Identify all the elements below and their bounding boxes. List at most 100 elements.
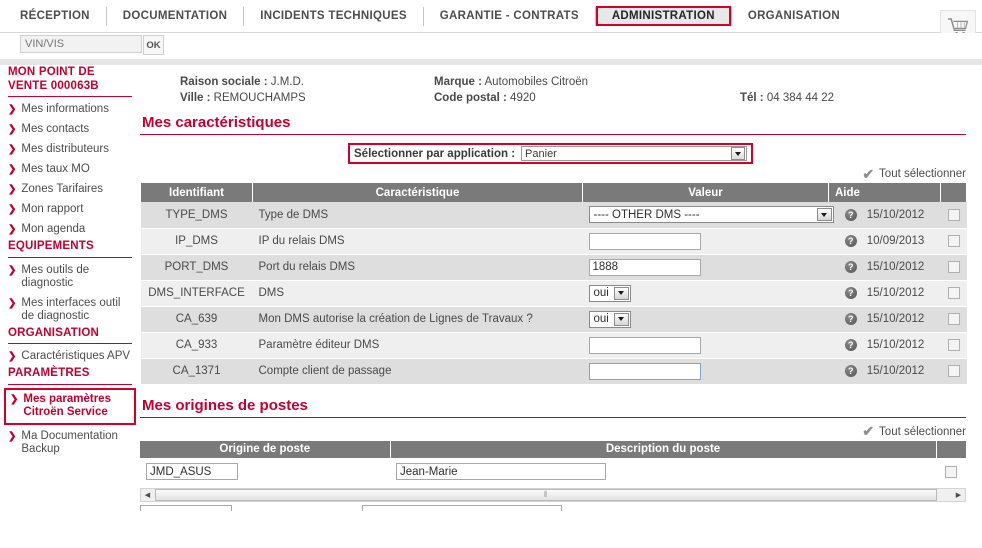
nav-tab-documentation[interactable]: DOCUMENTATION bbox=[107, 6, 243, 26]
value-text-input[interactable] bbox=[588, 258, 701, 276]
column-header: Aide bbox=[828, 183, 941, 202]
horizontal-scrollbar[interactable]: ◀ ⦀ ▶ bbox=[140, 487, 966, 502]
sidebar-group-rule bbox=[8, 383, 132, 385]
nav-tab-incidents-techniques[interactable]: INCIDENTS TECHNIQUES bbox=[244, 6, 423, 26]
chevron-down-icon[interactable] bbox=[816, 208, 832, 222]
cell-caracteristique: IP du relais DMS bbox=[252, 228, 583, 255]
chevron-down-icon[interactable] bbox=[613, 312, 629, 326]
origine-input[interactable] bbox=[146, 463, 238, 480]
description-input[interactable] bbox=[396, 463, 606, 480]
scroll-right-arrow-icon[interactable]: ▶ bbox=[952, 489, 965, 501]
sidebar-item-mon-agenda[interactable]: ❯ Mon agenda bbox=[0, 220, 140, 240]
help-icon[interactable]: ? bbox=[844, 338, 857, 351]
sidebar-item-mes-taux-mo[interactable]: ❯ Mes taux MO bbox=[0, 160, 140, 180]
cell-aide: ? 15/10/2012 bbox=[828, 254, 941, 281]
chevron-right-icon: ❯ bbox=[8, 104, 17, 115]
search-ok-button[interactable]: OK bbox=[143, 35, 164, 55]
sidebar-item-mon-rapport[interactable]: ❯ Mon rapport bbox=[0, 200, 140, 220]
column-header: Caractéristique bbox=[252, 183, 583, 202]
chevron-right-icon: ❯ bbox=[8, 297, 17, 309]
sidebar-item-zones-tarifaires[interactable]: ❯ Zones Tarifaires bbox=[0, 180, 140, 200]
value-dropdown[interactable]: oui bbox=[588, 284, 631, 302]
sidebar-item-mes-outils-de-diagnostic[interactable]: ❯ Mes outils de diagnostic bbox=[0, 261, 140, 294]
column-header: Identifiant bbox=[140, 183, 253, 202]
sidebar-item-mes-informations[interactable]: ❯ Mes informations bbox=[0, 100, 140, 120]
clipped-origine-input[interactable] bbox=[140, 504, 232, 511]
nav-tab-organisation[interactable]: ORGANISATION bbox=[732, 6, 856, 26]
cell-identifiant: CA_933 bbox=[140, 332, 253, 359]
scroll-left-arrow-icon[interactable]: ◀ bbox=[141, 489, 154, 501]
row-checkbox[interactable] bbox=[947, 364, 960, 377]
value-text-input[interactable] bbox=[588, 336, 701, 354]
ville-label: Ville : bbox=[180, 92, 211, 104]
cell-caracteristique: Compte client de passage bbox=[252, 358, 583, 385]
sidebar-item-label: Mes outils de diagnostic bbox=[21, 263, 90, 290]
cell-aide: ? 15/10/2012 bbox=[828, 280, 941, 307]
nav-tab-garantie-contrats[interactable]: GARANTIE - CONTRATS bbox=[424, 6, 595, 26]
select-all-caracteristiques[interactable]: ✔ Tout sélectionner bbox=[140, 167, 966, 181]
cell-checkbox bbox=[940, 306, 967, 333]
select-all-origines[interactable]: ✔ Tout sélectionner bbox=[140, 424, 966, 438]
help-icon[interactable]: ? bbox=[844, 364, 857, 377]
cell-valeur bbox=[582, 332, 829, 359]
sidebar-item-label: Mes taux MO bbox=[21, 163, 90, 175]
search-bar-row: OK bbox=[0, 33, 982, 59]
chevron-right-icon: ❯ bbox=[8, 124, 17, 135]
ville-value: REMOUCHAMPS bbox=[213, 92, 306, 104]
code-postal-value: 4920 bbox=[510, 92, 536, 104]
row-checkbox[interactable] bbox=[947, 260, 960, 273]
help-icon[interactable]: ? bbox=[844, 286, 857, 299]
application-selector-dropdown[interactable]: Panier bbox=[521, 146, 747, 161]
sidebar-item-mes-distributeurs[interactable]: ❯ Mes distributeurs bbox=[0, 140, 140, 160]
cell-valeur: oui bbox=[582, 306, 829, 333]
table-header-row: Identifiant Caractéristique Valeur Aide bbox=[140, 183, 967, 202]
help-icon[interactable]: ? bbox=[844, 312, 857, 325]
dealer-info-block: Raison sociale : J.M.D. Ville : REMOUCHA… bbox=[140, 66, 982, 114]
cell-valeur bbox=[582, 358, 829, 385]
cell-caracteristique: Port du relais DMS bbox=[252, 254, 583, 281]
origines-table: Origine de poste Description du poste bbox=[140, 440, 967, 486]
row-checkbox[interactable] bbox=[947, 286, 960, 299]
sidebar-item-caract-ristiques-apv[interactable]: ❯ Caractéristiques APV bbox=[0, 347, 140, 367]
value-dropdown[interactable]: oui bbox=[588, 310, 631, 328]
row-checkbox[interactable] bbox=[947, 208, 960, 221]
value-dropdown-text: ---- OTHER DMS ---- bbox=[593, 208, 700, 221]
chevron-down-icon[interactable] bbox=[613, 286, 629, 300]
sidebar-item-label: Mes informations bbox=[21, 103, 109, 115]
tel-label: Tél : bbox=[740, 92, 764, 104]
code-postal-line: Code postal : 4920 bbox=[434, 90, 588, 106]
value-text-input[interactable] bbox=[588, 232, 701, 250]
chevron-right-icon: ❯ bbox=[8, 224, 17, 235]
sidebar-item-label: Mes distributeurs bbox=[21, 143, 109, 155]
row-checkbox[interactable] bbox=[947, 312, 960, 325]
sidebar-item-ma-documentation-backup[interactable]: ❯ Ma Documentation Backup bbox=[0, 427, 140, 460]
scrollbar-thumb[interactable]: ⦀ bbox=[155, 488, 938, 501]
column-header bbox=[940, 183, 967, 202]
select-all-label: Tout sélectionner bbox=[879, 168, 966, 180]
clipped-description-input[interactable] bbox=[362, 504, 562, 511]
sidebar-group-rule bbox=[8, 96, 132, 97]
sidebar-group-title: ORGANISATION bbox=[8, 326, 99, 339]
row-checkbox[interactable] bbox=[947, 338, 960, 351]
row-checkbox[interactable] bbox=[947, 234, 960, 247]
help-icon[interactable]: ? bbox=[844, 208, 857, 221]
sidebar-item-label: Mes contacts bbox=[21, 123, 90, 135]
help-icon[interactable]: ? bbox=[844, 234, 857, 247]
cell-identifiant: PORT_DMS bbox=[140, 254, 253, 281]
chevron-right-icon: ❯ bbox=[8, 430, 17, 442]
sidebar-item-mes-interfaces-outil-de-diagnostic[interactable]: ❯ Mes interfaces outil de diagnostic bbox=[0, 294, 140, 327]
help-icon[interactable]: ? bbox=[844, 260, 857, 273]
nav-tab-r-ception[interactable]: RÉCEPTION bbox=[4, 6, 106, 26]
ville-line: Ville : REMOUCHAMPS bbox=[180, 90, 306, 106]
sidebar-item-mes-contacts[interactable]: ❯ Mes contacts bbox=[0, 120, 140, 140]
nav-tab-administration[interactable]: ADMINISTRATION bbox=[595, 6, 731, 26]
application-selector-label: Sélectionner par application : bbox=[354, 147, 516, 160]
scrollbar-track[interactable]: ⦀ bbox=[154, 488, 952, 501]
vin-search-input[interactable] bbox=[20, 35, 142, 53]
sidebar-item-mes-param-tres-citro-n-service[interactable]: ❯ Mes paramètres Citroën Service bbox=[4, 387, 136, 425]
value-dropdown[interactable]: ---- OTHER DMS ---- bbox=[588, 206, 834, 224]
row-checkbox[interactable] bbox=[945, 466, 957, 479]
value-text-input[interactable] bbox=[588, 362, 701, 380]
origines-rule bbox=[140, 416, 966, 418]
chevron-down-icon[interactable] bbox=[731, 147, 745, 160]
